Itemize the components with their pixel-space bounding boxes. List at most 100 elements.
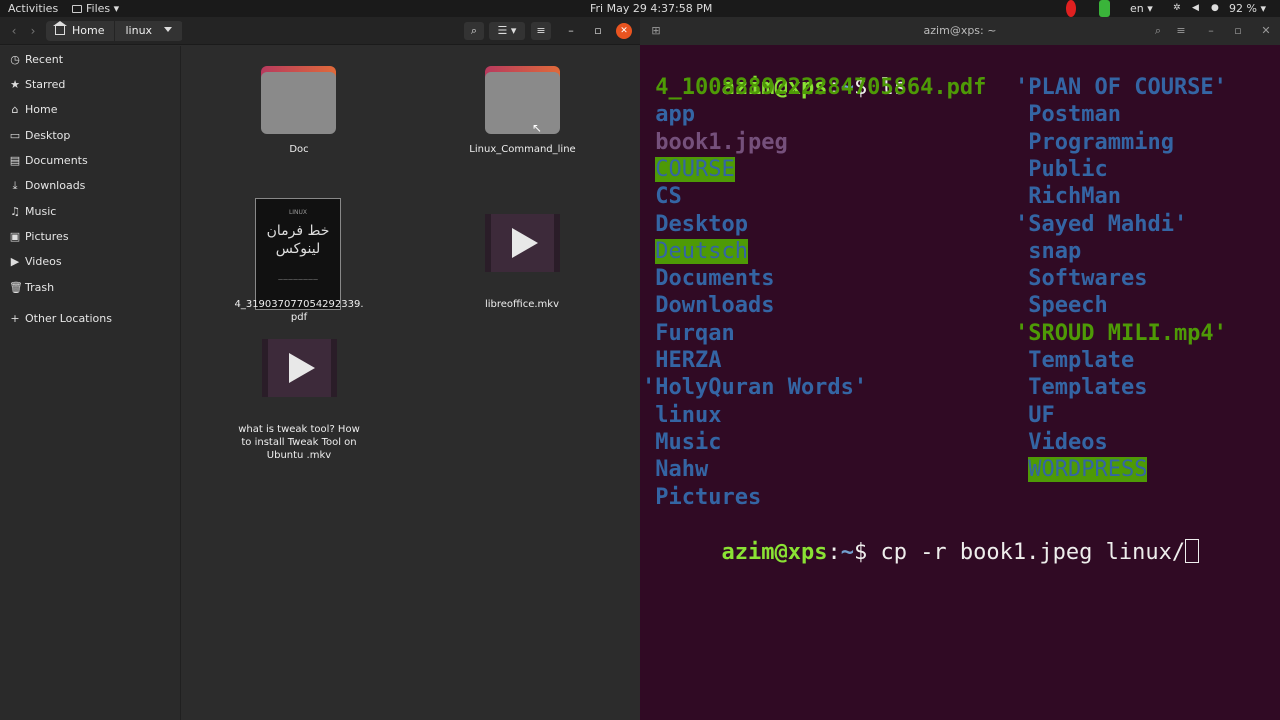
search-button[interactable]: ⌕ (464, 22, 484, 40)
back-icon[interactable]: ‹ (5, 22, 23, 40)
terminal-cursor (1185, 539, 1200, 563)
video-libreoffice-icon[interactable] (485, 214, 560, 272)
clock[interactable]: Fri May 29 4:37:58 PM (590, 0, 712, 17)
ls-entry-name: linux (642, 402, 722, 428)
music-icon: ♫ (10, 205, 20, 218)
tweak-label-line3: Ubuntu .mkv (266, 450, 332, 461)
path-home[interactable]: Home (46, 21, 116, 41)
prompt-dollar: $ (853, 540, 881, 565)
ls-entry-name: 'SROUD MILI.mp4' (1015, 320, 1227, 346)
ls-entry: RichMan (1015, 183, 1121, 210)
pdf-file-label[interactable]: 4_319037077054292339. pdf (228, 298, 370, 324)
pdf-file-label-line1: 4_319037077054292339. (234, 299, 364, 310)
close-button[interactable]: ✕ (616, 23, 632, 39)
ls-entry: Documents (642, 265, 774, 292)
record-indicator-icon[interactable] (1066, 0, 1076, 17)
sidebar-item-other-locations[interactable]: + Other Locations (0, 307, 181, 331)
ls-entry-name: Deutsch (655, 238, 748, 264)
ls-entry: Music (642, 429, 721, 456)
folder-linux-command-line-icon[interactable] (485, 66, 560, 134)
folder-doc-label[interactable]: Doc (239, 143, 359, 156)
clock-icon: ◷ (10, 53, 20, 66)
ls-entry: COURSE (642, 156, 735, 183)
ls-entry: Template (1015, 347, 1134, 374)
ls-entry-name: RichMan (1015, 184, 1121, 210)
top-bar: Activities Files ▾ Fri May 29 4:37:58 PM… (0, 0, 1280, 17)
sidebar-item-label: Home (25, 103, 58, 116)
path-linux-label: linux (125, 24, 153, 37)
view-options-button[interactable]: ☰ ▾ (489, 22, 525, 40)
sidebar-item-home[interactable]: ⌂ Home (0, 98, 181, 122)
sidebar-item-starred[interactable]: ★ Starred (0, 73, 181, 97)
download-icon: ⤓ (12, 179, 18, 192)
maximize-button[interactable]: ▫ (1228, 22, 1248, 40)
sidebar-item-music[interactable]: ♫ Music (0, 200, 181, 224)
ls-entry: UF (1015, 402, 1055, 429)
folder-linux-command-line-label[interactable]: Linux_Command_line (452, 143, 593, 156)
ls-entry: Public (1015, 156, 1107, 183)
close-icon: ✕ (620, 26, 628, 36)
minimize-button[interactable]: – (1201, 22, 1221, 40)
ls-entry: app (642, 101, 695, 128)
ls-entry: Pictures (642, 484, 761, 511)
language-indicator[interactable]: en ▾ (1130, 0, 1153, 17)
sidebar-item-documents[interactable]: ▤ Documents (0, 149, 181, 173)
terminal-prompt-line: azim@xps:~$ ls (642, 47, 906, 100)
command-cp: cp -r book1.jpeg linux/ (880, 540, 1186, 565)
ls-entry-name: UF (1015, 402, 1055, 428)
video-tweak-tool-label[interactable]: what is tweak tool? How to install Tweak … (234, 423, 364, 462)
sidebar-item-downloads[interactable]: ⤓ Downloads (0, 174, 181, 198)
ls-entry: Speech (1015, 292, 1107, 319)
volume-icon[interactable]: ◀ (1192, 4, 1201, 13)
tweak-label-line2: to install Tweak Tool on (241, 437, 357, 448)
sidebar-item-pictures[interactable]: ▣ Pictures (0, 225, 181, 249)
ls-entry: 'SROUD MILI.mp4' (1015, 320, 1227, 347)
app-menu-label: Files (86, 2, 111, 15)
ls-entry-name: Postman (1015, 102, 1121, 128)
sidebar-item-label: Desktop (25, 129, 71, 142)
ls-entry-name: Documents (642, 266, 775, 292)
battery-label: 92 % (1229, 2, 1257, 15)
search-icon[interactable]: ⌕ (1148, 22, 1168, 40)
path-linux[interactable]: linux (115, 21, 184, 41)
folder-doc-icon[interactable] (261, 66, 336, 134)
sidebar-item-label: Starred (25, 78, 66, 91)
forward-icon[interactable]: › (24, 22, 42, 40)
ls-entry: 'PLAN OF COURSE' (1015, 74, 1227, 101)
trash-icon: 🗑 (9, 281, 23, 294)
minimize-button[interactable]: – (561, 22, 581, 40)
ls-entry: WORDPRESS (1015, 456, 1148, 483)
ls-entry-name: app (642, 102, 695, 128)
ls-entry-name: WORDPRESS (1028, 457, 1148, 483)
star-icon: ★ (10, 78, 20, 91)
terminal-output[interactable]: azim@xps:~$ ls 4_1008889222284705864.pdf… (642, 47, 1278, 717)
ls-entry: 'Sayed Mahdi' (1015, 211, 1187, 238)
battery-indicator[interactable]: 92 % ▾ (1229, 0, 1266, 17)
ls-entry-name: CS (642, 184, 682, 210)
app-menu-button[interactable]: Files ▾ (72, 0, 119, 17)
video-icon: ▶ (10, 255, 20, 268)
video-libreoffice-label[interactable]: libreoffice.mkv (462, 298, 582, 311)
maximize-button[interactable]: ▫ (588, 22, 608, 40)
video-tweak-tool-icon[interactable] (262, 339, 337, 397)
network-icon[interactable]: ✲ (1173, 4, 1182, 13)
ls-entry: HERZA (642, 347, 721, 374)
ls-entry-name: HERZA (642, 348, 722, 373)
vpn-shield-icon[interactable] (1099, 0, 1110, 17)
close-button[interactable]: ✕ (1256, 22, 1276, 40)
menu-button[interactable]: ≡ (531, 22, 551, 40)
activities-button[interactable]: Activities (8, 0, 58, 17)
sidebar-item-videos[interactable]: ▶ Videos (0, 250, 181, 274)
ls-entry-name: Softwares (1015, 266, 1148, 292)
path-home-label: Home (72, 24, 105, 37)
list-view-icon: ☰ ▾ (497, 24, 517, 37)
microphone-icon[interactable]: ● (1211, 4, 1220, 13)
sidebar-item-recent[interactable]: ◷ Recent (0, 48, 181, 72)
hamburger-icon[interactable]: ≡ (1171, 22, 1191, 40)
pdf-thumbnail[interactable]: LINUX خط فرمان لینوکس ———————— (255, 198, 341, 310)
sidebar-item-desktop[interactable]: ▭ Desktop (0, 124, 181, 148)
mouse-cursor-icon: ↖ (532, 121, 543, 135)
ls-entry-name: Templates (1015, 375, 1148, 401)
sidebar-item-label: Videos (25, 255, 62, 268)
sidebar-item-trash[interactable]: 🗑 Trash (0, 276, 181, 300)
